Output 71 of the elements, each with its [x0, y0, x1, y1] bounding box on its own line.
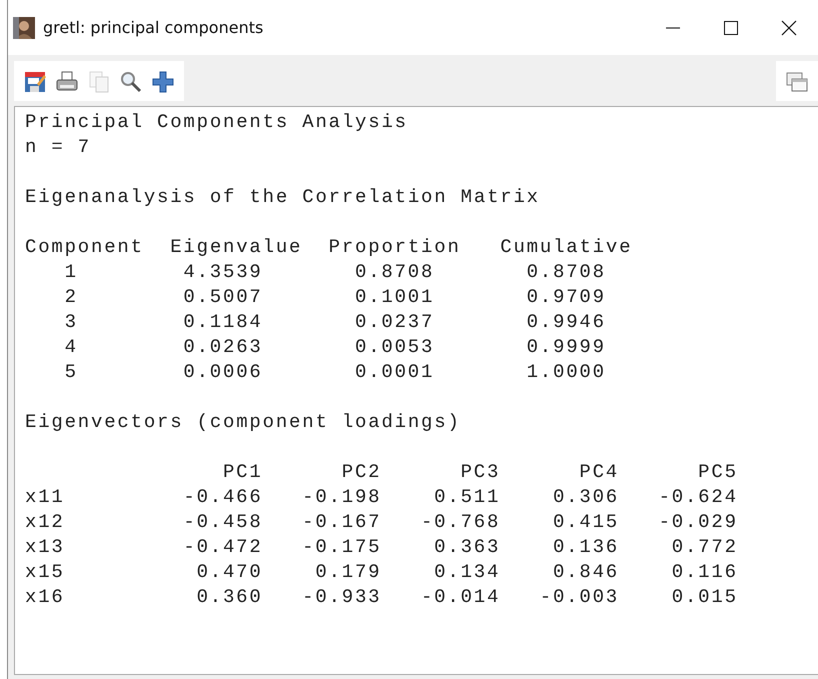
table-cell-text: 0.116	[670, 560, 738, 585]
table-cell: 0.0001	[355, 360, 434, 385]
table-cell-text: -0.198	[301, 485, 382, 510]
table-cell-text: -0.014	[420, 585, 500, 610]
add-icon[interactable]	[151, 70, 175, 94]
maximize-icon[interactable]	[723, 20, 739, 36]
table-cell: 1	[64, 260, 78, 285]
table-cell: 0.0053	[355, 335, 434, 360]
table-cell-text: -0.167	[301, 510, 382, 535]
row-label: x11	[25, 485, 66, 510]
table-cell-text: 0.306	[552, 485, 619, 510]
section-heading: Eigenanalysis of the Correlation Matrix	[25, 185, 540, 210]
table-cell: 0.8708	[526, 260, 606, 285]
row-label: x16	[25, 585, 66, 610]
table-cell: 4.3539	[183, 260, 263, 285]
column-header: PC5	[697, 460, 738, 485]
report-title: Principal Components Analysis	[25, 110, 408, 135]
table-cell-text: 0.015	[670, 585, 738, 610]
column-header: PC2	[340, 460, 382, 485]
section-heading: Eigenvectors (component loadings)	[25, 410, 461, 435]
table-cell-text: 0.470	[196, 560, 263, 585]
table-cell: 0.1184	[183, 310, 263, 335]
column-header: PC3	[460, 460, 500, 485]
table-cell-text: -0.466	[182, 485, 263, 510]
table-cell-text: 0.415	[552, 510, 619, 535]
table-cell-text: -0.624	[658, 485, 738, 510]
column-header: Eigenvalue	[170, 235, 302, 260]
table-cell-text: -0.472	[182, 535, 263, 560]
table-cell-text: 0.134	[433, 560, 500, 585]
table-cell-text: 0.846	[552, 560, 619, 585]
table-cell-text: 0.511	[433, 485, 500, 510]
table-cell-text: -0.458	[182, 510, 263, 535]
table-cell-text: -0.029	[658, 510, 738, 535]
table-cell: 0.5007	[183, 285, 263, 310]
table-cell-text: 0.179	[314, 560, 382, 585]
row-label: x13	[25, 535, 66, 560]
table-cell-text: -0.768	[420, 510, 500, 535]
window-title: gretl: principal components	[43, 18, 264, 37]
table-cell: 0.0006	[183, 360, 263, 385]
search-icon[interactable]	[119, 70, 143, 94]
table-cell-text: -0.003	[538, 585, 619, 610]
table-cell: 3	[64, 310, 78, 335]
table-cell: 0.1001	[355, 285, 434, 310]
close-icon[interactable]	[781, 20, 797, 36]
column-header: Component	[25, 235, 144, 260]
table-cell: 5	[64, 360, 78, 385]
column-header: Cumulative	[500, 235, 632, 260]
table-cell: 2	[64, 285, 78, 310]
table-cell-text: 0.136	[552, 535, 619, 560]
table-cell-text: 0.772	[670, 535, 738, 560]
table-cell-text: 0.360	[196, 585, 263, 610]
table-cell: 0.8708	[355, 260, 434, 285]
table-cell: 0.0263	[183, 335, 263, 360]
column-header: Proportion	[328, 235, 461, 260]
table-cell-text: -0.933	[301, 585, 382, 610]
save-icon[interactable]	[23, 70, 47, 94]
table-cell: 1.0000	[526, 360, 606, 385]
row-label: x12	[25, 510, 66, 535]
table-cell-text: -0.175	[301, 535, 382, 560]
table-cell-text: 0.363	[433, 535, 500, 560]
windows-icon[interactable]	[785, 70, 809, 94]
table-cell: 4	[64, 335, 78, 360]
column-header: PC1	[222, 460, 263, 485]
app-icon	[13, 16, 35, 38]
table-cell: 0.9946	[526, 310, 606, 335]
column-header: PC4	[578, 460, 619, 485]
table-cell: 0.9999	[526, 335, 606, 360]
table-cell: 0.0237	[355, 310, 434, 335]
row-label: x15	[25, 560, 66, 585]
table-cell: 0.9709	[526, 285, 606, 310]
sample-size-text: n = 7	[25, 135, 92, 160]
